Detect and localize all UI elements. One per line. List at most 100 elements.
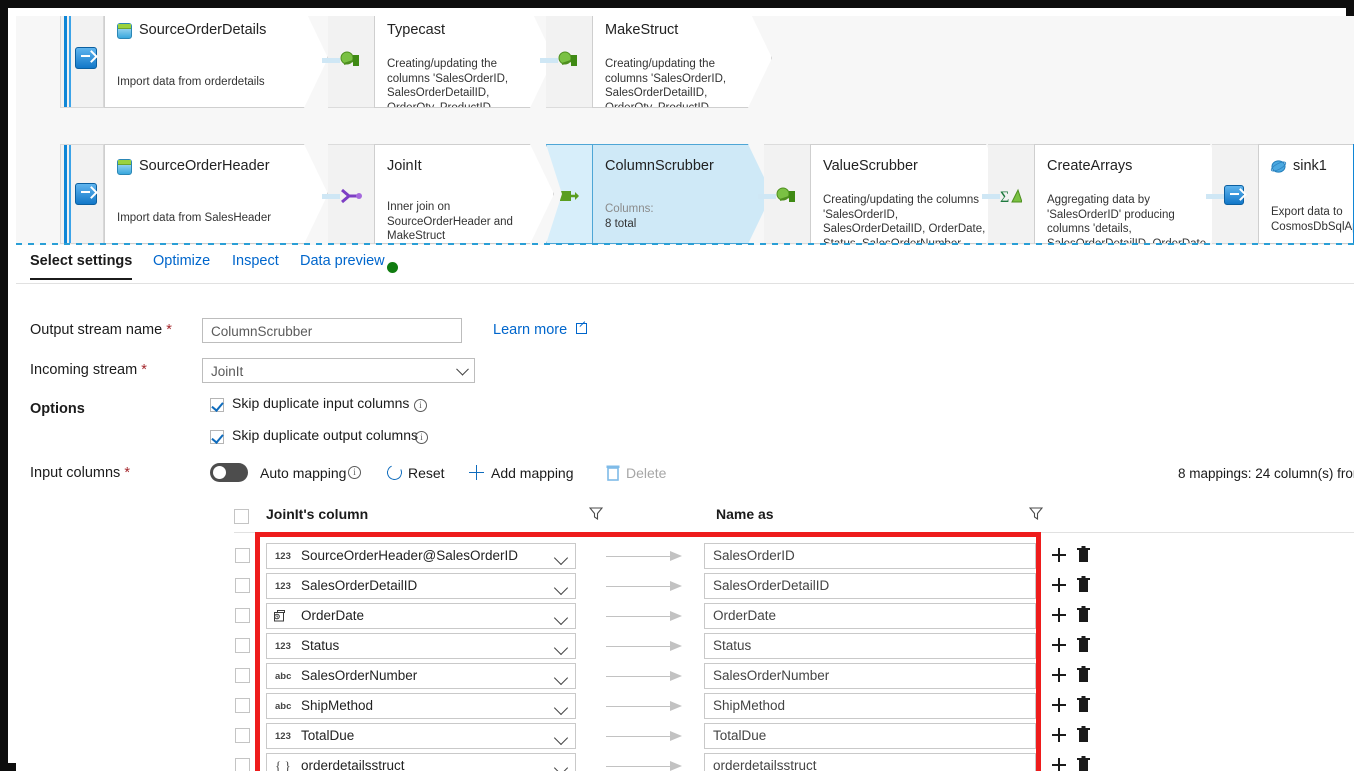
- select-icon: [560, 191, 579, 201]
- target-column-input[interactable]: SalesOrderNumber: [704, 663, 1036, 689]
- node-source-order-header[interactable]: SourceOrderHeader Import data from Sales…: [104, 144, 328, 244]
- row-checkbox[interactable]: [235, 668, 250, 683]
- learn-more-link[interactable]: Learn more: [493, 322, 567, 338]
- source-column-name: SalesOrderNumber: [301, 668, 418, 683]
- delete-row-button[interactable]: [1077, 546, 1090, 563]
- node-valuescrubber[interactable]: ValueScrubber Creating/updating the colu…: [810, 144, 1010, 244]
- add-mapping-button[interactable]: Add mapping: [491, 465, 574, 481]
- node-description: Aggregating data by 'SalesOrderID' produ…: [1047, 194, 1210, 244]
- row-checkbox[interactable]: [235, 698, 250, 713]
- filter-icon[interactable]: [1029, 507, 1043, 520]
- info-icon[interactable]: i: [348, 466, 361, 479]
- connector-3: [322, 144, 374, 244]
- canvas-divider: [16, 243, 1354, 245]
- dataflow-canvas[interactable]: SourceOrderDetails Import data from orde…: [16, 16, 1354, 245]
- target-column-input[interactable]: OrderDate: [704, 603, 1036, 629]
- tab-inspect[interactable]: Inspect: [232, 253, 279, 278]
- stream-bars: [64, 145, 74, 243]
- delete-row-button[interactable]: [1077, 636, 1090, 653]
- row-checkbox[interactable]: [235, 638, 250, 653]
- target-column-input[interactable]: SalesOrderDetailID: [704, 573, 1036, 599]
- output-stream-name-input[interactable]: ColumnScrubber: [202, 318, 462, 343]
- stream-bars: [64, 16, 74, 107]
- options-label: Options: [30, 401, 85, 417]
- tab-select-settings[interactable]: Select settings: [30, 253, 133, 280]
- tab-data-preview[interactable]: Data preview: [300, 253, 385, 278]
- source-column-name: TotalDue: [301, 728, 355, 743]
- add-node-button[interactable]: +: [311, 87, 322, 106]
- source-column-select[interactable]: OrderDate: [266, 603, 576, 629]
- add-row-button[interactable]: [1052, 728, 1066, 742]
- target-column-input[interactable]: orderdetailsstruct: [704, 753, 1036, 771]
- source-column-select[interactable]: 123 SourceOrderHeader@SalesOrderID: [266, 543, 576, 569]
- skip-duplicate-input-checkbox[interactable]: [210, 398, 224, 412]
- add-row-button[interactable]: [1052, 668, 1066, 682]
- add-row-button[interactable]: [1052, 758, 1066, 771]
- add-row-button[interactable]: [1052, 638, 1066, 652]
- node-title: SourceOrderHeader: [139, 158, 270, 174]
- node-sink1[interactable]: sink1 Export data to CosmosDbSqlApiOrder…: [1258, 144, 1354, 244]
- info-icon[interactable]: i: [414, 399, 427, 412]
- target-column-input[interactable]: SalesOrderID: [704, 543, 1036, 569]
- node-description: Import data from SalesHeader: [117, 212, 272, 224]
- add-row-button[interactable]: [1052, 608, 1066, 622]
- chevron-down-icon: [553, 760, 569, 771]
- row-checkbox[interactable]: [235, 758, 250, 771]
- derived-column-icon: [558, 51, 577, 66]
- add-row-button[interactable]: [1052, 578, 1066, 592]
- delete-row-button[interactable]: [1077, 606, 1090, 623]
- delete-button: Delete: [626, 465, 667, 481]
- delete-row-button[interactable]: [1077, 696, 1090, 713]
- incoming-stream-select[interactable]: JoinIt: [202, 358, 475, 383]
- node-typecast[interactable]: Typecast Creating/updating the columns '…: [374, 16, 554, 108]
- node-description: Import data from orderdetails: [117, 76, 265, 88]
- source-column-name: OrderDate: [301, 608, 365, 623]
- node-joinit[interactable]: JoinIt Inner join on SourceOrderHeader a…: [374, 144, 554, 244]
- target-column-input[interactable]: Status: [704, 633, 1036, 659]
- node-description: Creating/updating the columns 'SalesOrde…: [387, 58, 509, 108]
- node-createarrays[interactable]: CreateArrays Aggregating data by 'SalesO…: [1034, 144, 1234, 244]
- node-description: 8 total: [605, 217, 637, 230]
- source-column-select[interactable]: abc SalesOrderNumber: [266, 663, 576, 689]
- column-type-icon: 123: [275, 581, 291, 592]
- delete-row-button[interactable]: [1077, 726, 1090, 743]
- source-column-select[interactable]: abc ShipMethod: [266, 693, 576, 719]
- auto-mapping-toggle[interactable]: [210, 463, 248, 482]
- target-column-input[interactable]: TotalDue: [704, 723, 1036, 749]
- row-checkbox[interactable]: [235, 548, 250, 563]
- row-checkbox[interactable]: [235, 608, 250, 623]
- add-row-button[interactable]: [1052, 548, 1066, 562]
- add-node-button[interactable]: +: [537, 223, 548, 242]
- row-checkbox[interactable]: [235, 728, 250, 743]
- reset-icon[interactable]: [384, 462, 405, 483]
- node-columnscrubber[interactable]: ColumnScrubber Columns: 8 total +: [592, 144, 772, 244]
- source-column-select[interactable]: 123 TotalDue: [266, 723, 576, 749]
- source-column-select[interactable]: 123 Status: [266, 633, 576, 659]
- delete-row-button[interactable]: [1077, 666, 1090, 683]
- node-description: Inner join on SourceOrderHeader and Make…: [387, 201, 513, 242]
- source-column-select[interactable]: { } orderdetailsstruct: [266, 753, 576, 771]
- add-node-button[interactable]: +: [755, 87, 766, 106]
- node-source-order-details[interactable]: SourceOrderDetails Import data from orde…: [104, 16, 328, 108]
- derived-column-icon: [340, 51, 359, 66]
- mapping-arrow-icon: [606, 700, 684, 711]
- delete-row-button[interactable]: [1077, 756, 1090, 771]
- row-checkbox[interactable]: [235, 578, 250, 593]
- column-type-icon: 123: [275, 641, 291, 652]
- add-node-button[interactable]: +: [311, 223, 322, 242]
- add-row-button[interactable]: [1052, 698, 1066, 712]
- target-column-input[interactable]: ShipMethod: [704, 693, 1036, 719]
- select-all-checkbox[interactable]: [234, 509, 249, 524]
- info-icon[interactable]: i: [415, 431, 428, 444]
- filter-icon[interactable]: [589, 507, 603, 520]
- node-title: MakeStruct: [605, 22, 679, 38]
- add-mapping-icon[interactable]: [469, 465, 484, 480]
- tab-optimize[interactable]: Optimize: [153, 253, 210, 278]
- source-column-select[interactable]: 123 SalesOrderDetailID: [266, 573, 576, 599]
- skip-duplicate-output-checkbox[interactable]: [210, 430, 224, 444]
- node-title: JoinIt: [387, 158, 422, 174]
- reset-button[interactable]: Reset: [408, 465, 445, 481]
- mapping-arrow-icon: [606, 610, 684, 621]
- node-makestruct[interactable]: MakeStruct Creating/updating the columns…: [592, 16, 772, 108]
- delete-row-button[interactable]: [1077, 576, 1090, 593]
